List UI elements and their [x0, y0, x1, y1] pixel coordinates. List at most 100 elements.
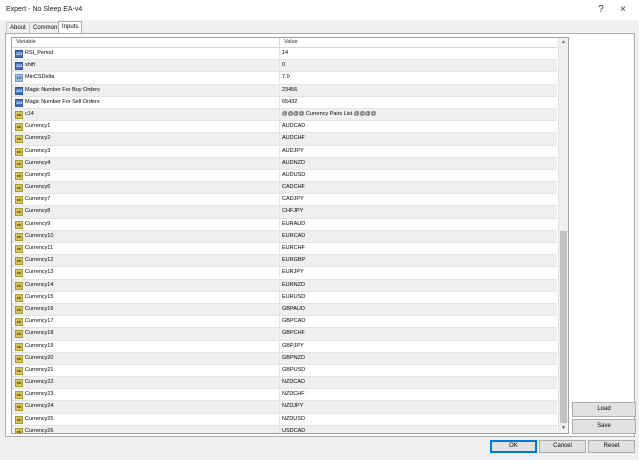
variable-value[interactable]: GBPCHF — [282, 330, 305, 336]
table-row[interactable]: 123 RSI_Period 14 — [12, 48, 557, 61]
variable-value[interactable]: AUDNZD — [282, 160, 305, 166]
string-type-icon: ab — [15, 220, 23, 229]
table-row[interactable]: ab Currency23 NZDCHF — [12, 389, 557, 402]
variable-value[interactable]: GBPUSD — [282, 367, 305, 373]
variable-value[interactable]: GBPCAD — [282, 318, 305, 324]
variable-name: Currency10 — [25, 232, 54, 239]
column-divider[interactable] — [279, 38, 280, 47]
variable-value[interactable]: 23456 — [282, 87, 297, 93]
cancel-button[interactable]: Cancel — [539, 440, 586, 453]
string-type-icon: ab — [15, 330, 23, 339]
table-row[interactable]: ab Currency17 GBPCAD — [12, 316, 557, 329]
string-type-icon: ab — [15, 159, 23, 168]
load-button[interactable]: Load — [572, 402, 636, 417]
variable-value[interactable]: AUDUSD — [282, 172, 305, 178]
table-row[interactable]: ab c14 @@@@ Currency Pairs List @@@@ — [12, 108, 557, 122]
cell-divider — [279, 133, 280, 145]
table-row[interactable]: ab Currency20 GBPNZD — [12, 352, 557, 365]
variable-value[interactable]: EURAUD — [282, 221, 305, 227]
variable-value[interactable]: AUDJPY — [282, 148, 304, 154]
table-row[interactable]: ab Currency22 NZDCAD — [12, 377, 557, 390]
table-row[interactable]: 123 Magic Number For Buy Orders 23456 — [12, 84, 557, 97]
variable-value[interactable]: EURNZD — [282, 282, 305, 288]
variable-value[interactable]: NZDCHF — [282, 391, 305, 397]
ok-button[interactable]: OK — [490, 440, 537, 453]
table-row[interactable]: ab Currency15 EURUSD — [12, 291, 557, 304]
table-row[interactable]: 123 shift 0 — [12, 60, 557, 73]
string-type-icon: ab — [15, 171, 23, 180]
cell-divider — [279, 182, 280, 194]
variable-value[interactable]: NZDCAD — [282, 379, 305, 385]
string-type-icon: ab — [15, 208, 23, 217]
variable-value[interactable]: NZDUSD — [282, 416, 305, 422]
column-header-value[interactable]: Value — [284, 39, 298, 45]
variable-value[interactable]: GBPJPY — [282, 343, 304, 349]
table-row[interactable]: ab Currency4 AUDNZD — [12, 157, 557, 170]
cell-divider — [279, 401, 280, 413]
table-row[interactable]: ab Currency13 EURJPY — [12, 267, 557, 280]
vertical-scrollbar[interactable]: ▲ ▼ — [558, 38, 568, 433]
variable-value[interactable]: 14 — [282, 50, 288, 56]
variable-value[interactable]: EURJPY — [282, 269, 304, 275]
variable-value[interactable]: NZDJPY — [282, 403, 303, 409]
variable-value[interactable]: GBPNZD — [282, 355, 305, 361]
variable-value[interactable]: CHFJPY — [282, 208, 303, 214]
table-row[interactable]: ab Currency8 CHFJPY — [12, 206, 557, 219]
variable-name: MinCSDelta — [25, 74, 55, 81]
close-button[interactable]: × — [614, 3, 632, 17]
table-row[interactable]: ab Currency18 GBPCHF — [12, 328, 557, 341]
variable-name: Currency7 — [25, 196, 51, 203]
table-row[interactable]: ab Currency12 EURGBP — [12, 255, 557, 268]
column-header-variable[interactable]: Variable — [16, 39, 36, 45]
variable-value[interactable]: 7.0 — [282, 74, 290, 80]
variable-value[interactable]: @@@@ Currency Pairs List @@@@ — [282, 111, 376, 117]
table-row[interactable]: ab Currency3 AUDJPY — [12, 145, 557, 158]
table-row[interactable]: ab Currency19 GBPJPY — [12, 340, 557, 353]
table-row[interactable]: ab Currency21 GBPUSD — [12, 364, 557, 378]
integer-type-icon: 123 — [15, 62, 23, 71]
string-type-icon: ab — [15, 110, 23, 119]
variable-name: Currency17 — [25, 318, 54, 325]
table-row[interactable]: ab Currency16 GBPAUD — [12, 303, 557, 317]
integer-type-icon: 123 — [15, 98, 23, 107]
variable-value[interactable]: EURGBP — [282, 257, 305, 263]
table-row[interactable]: ab Currency9 EURAUD — [12, 218, 557, 231]
table-row[interactable]: ab Currency11 EURCHF — [12, 243, 557, 256]
variable-value[interactable]: USDCAD — [282, 428, 305, 433]
help-button[interactable]: ? — [592, 3, 610, 17]
variable-value[interactable]: 0 — [282, 62, 285, 68]
variable-name: Currency1 — [25, 123, 51, 130]
variable-value[interactable]: EURCHF — [282, 245, 305, 251]
cell-divider — [279, 194, 280, 206]
table-row[interactable]: ab Currency10 EURCAD — [12, 230, 557, 243]
variable-name: Currency22 — [25, 379, 54, 386]
variable-value[interactable]: CADCHF — [282, 184, 305, 190]
table-row[interactable]: ab Currency7 CADJPY — [12, 194, 557, 207]
variable-value[interactable]: CADJPY — [282, 196, 304, 202]
variable-value[interactable]: EURCAD — [282, 233, 305, 239]
grid-header: Variable Value — [12, 38, 557, 48]
string-type-icon: ab — [15, 305, 23, 314]
save-button[interactable]: Save — [572, 419, 636, 434]
scroll-up-arrow-icon[interactable]: ▲ — [560, 38, 567, 47]
table-row[interactable]: ab Currency6 CADCHF — [12, 182, 557, 195]
variable-value[interactable]: GBPAUD — [282, 306, 305, 312]
scrollbar-thumb[interactable] — [560, 231, 567, 423]
scroll-down-arrow-icon[interactable]: ▼ — [560, 424, 567, 433]
table-row[interactable]: 123 Magic Number For Sell Orders 65432 — [12, 96, 557, 109]
variable-value[interactable]: AUDCHF — [282, 135, 305, 141]
variable-value[interactable]: 65432 — [282, 99, 297, 105]
table-row[interactable]: ab Currency1 AUDCAD — [12, 121, 557, 134]
variable-value[interactable]: AUDCAD — [282, 123, 305, 129]
variable-value[interactable]: EURUSD — [282, 294, 305, 300]
table-row[interactable]: ab Currency26 USDCAD — [12, 425, 557, 433]
table-row[interactable]: 1/2 MinCSDelta 7.0 — [12, 72, 557, 85]
string-type-icon: ab — [15, 123, 23, 132]
table-row[interactable]: ab Currency2 AUDCHF — [12, 133, 557, 146]
table-row[interactable]: ab Currency14 EURNZD — [12, 279, 557, 292]
cell-divider — [279, 413, 280, 425]
reset-button[interactable]: Reset — [588, 440, 635, 453]
table-row[interactable]: ab Currency25 NZDUSD — [12, 413, 557, 426]
table-row[interactable]: ab Currency24 NZDJPY — [12, 401, 557, 414]
table-row[interactable]: ab Currency5 AUDUSD — [12, 169, 557, 183]
